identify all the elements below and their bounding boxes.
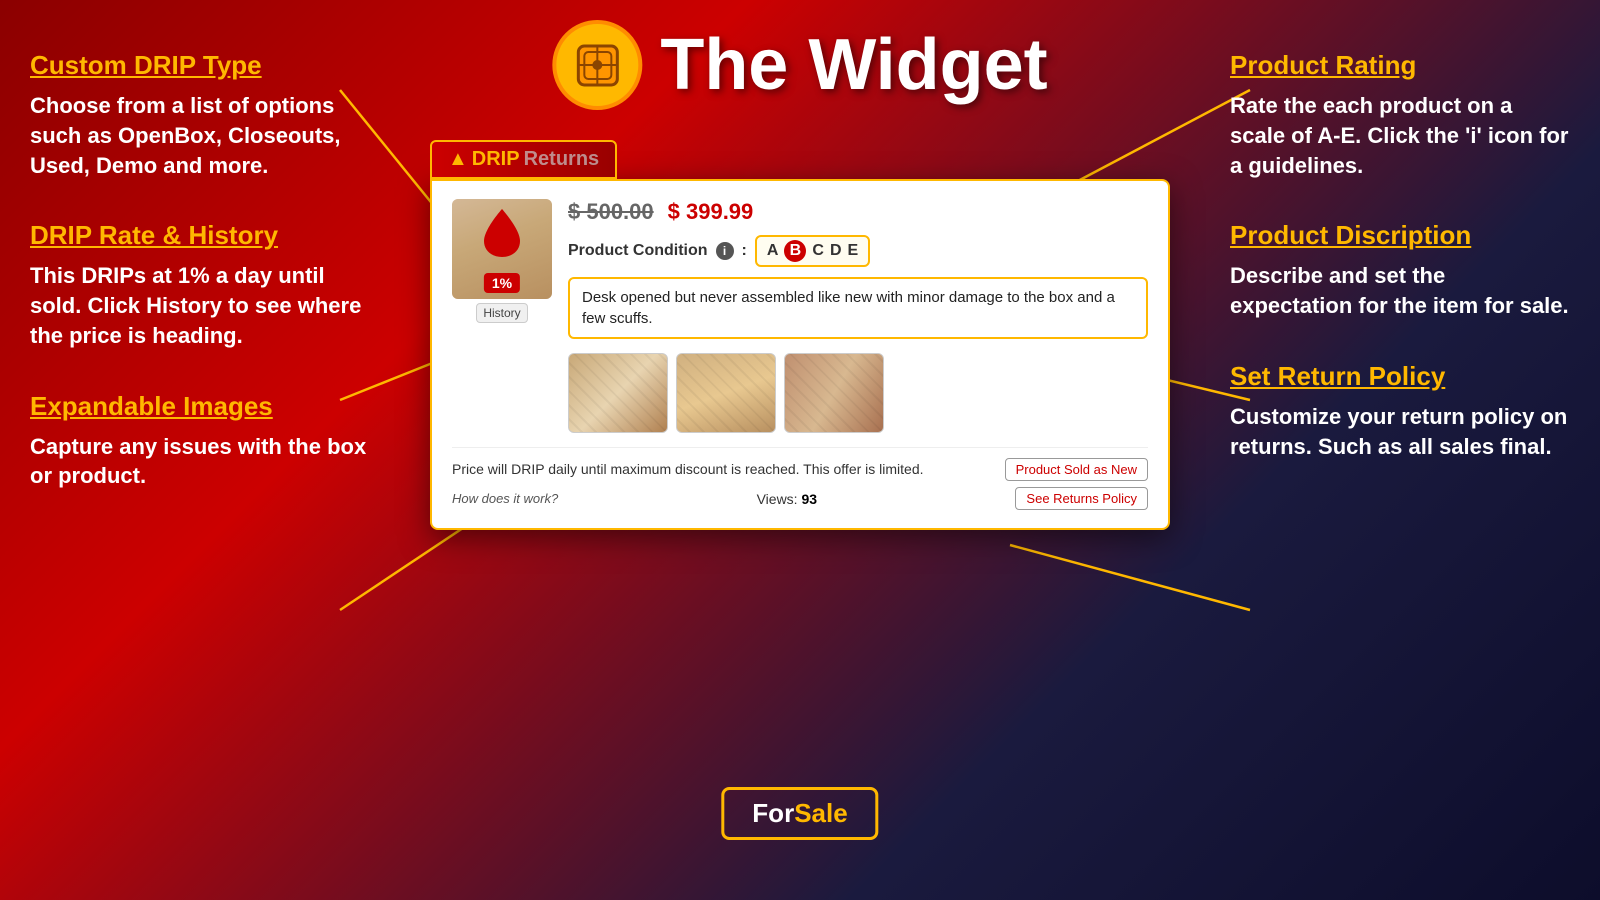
feature-return-policy: Set Return Policy Customize your return … xyxy=(1230,361,1570,462)
price-row: $ 500.00 $ 399.99 xyxy=(568,199,1148,225)
expandable-images-desc: Capture any issues with the box or produ… xyxy=(30,432,370,491)
feature-drip-rate: DRIP Rate & History This DRIPs at 1% a d… xyxy=(30,220,370,350)
expandable-images-title: Expandable Images xyxy=(30,391,370,422)
product-image-1[interactable] xyxy=(568,353,668,433)
how-link-text: How does it work? xyxy=(452,491,558,506)
drip-drop-icon xyxy=(482,207,522,259)
drip-rate-desc: This DRIPs at 1% a day until sold. Click… xyxy=(30,261,370,350)
footer-row2: How does it work? Views: 93 See Returns … xyxy=(452,487,1148,510)
drip-logo-returns: Returns xyxy=(524,148,600,171)
condition-e[interactable]: E xyxy=(848,242,859,260)
widget-preview: ▲ DRIP Returns 1% History xyxy=(430,140,1170,530)
custom-drip-title: Custom DRIP Type xyxy=(30,50,370,81)
condition-options: A B C D E xyxy=(755,235,870,267)
for-sale-inner: For Sale xyxy=(721,787,878,840)
product-info: $ 500.00 $ 399.99 Product Condition i : … xyxy=(568,199,1148,339)
condition-row: Product Condition i : A B C D E xyxy=(568,235,1148,267)
condition-label: Product Condition xyxy=(568,242,708,260)
product-thumbnail: 1% xyxy=(452,199,552,299)
drip-logo-triangle: ▲ xyxy=(448,148,468,171)
product-image-2[interactable] xyxy=(676,353,776,433)
product-card: 1% History $ 500.00 $ 399.99 Product Con… xyxy=(430,179,1170,530)
right-panel: Product Rating Rate the each product on … xyxy=(1230,50,1570,501)
feature-custom-drip: Custom DRIP Type Choose from a list of o… xyxy=(30,50,370,180)
drip-logo-drip: DRIP xyxy=(472,148,520,171)
product-top: 1% History $ 500.00 $ 399.99 Product Con… xyxy=(452,199,1148,339)
sold-as-new-button[interactable]: Product Sold as New xyxy=(1005,458,1148,481)
product-description-box: Desk opened but never assembled like new… xyxy=(568,277,1148,339)
history-label[interactable]: History xyxy=(476,303,527,323)
how-link[interactable]: How does it work? xyxy=(452,491,558,506)
custom-drip-desc: Choose from a list of options such as Op… xyxy=(30,91,370,180)
condition-b[interactable]: B xyxy=(784,240,806,262)
drip-rate-title: DRIP Rate & History xyxy=(30,220,370,251)
drip-returns-bar: ▲ DRIP Returns xyxy=(430,140,617,179)
feature-expandable-images: Expandable Images Capture any issues wit… xyxy=(30,391,370,492)
sale-price: $ 399.99 xyxy=(668,199,754,225)
product-desc-body: Describe and set the expectation for the… xyxy=(1230,261,1570,320)
views-count: 93 xyxy=(801,491,817,507)
left-panel: Custom DRIP Type Choose from a list of o… xyxy=(30,50,370,531)
see-returns-policy-button[interactable]: See Returns Policy xyxy=(1015,487,1148,510)
return-policy-title: Set Return Policy xyxy=(1230,361,1570,392)
returns-btn-policy: Returns Policy xyxy=(1053,491,1137,506)
widget-icon xyxy=(552,20,642,110)
original-price: $ 500.00 xyxy=(568,199,654,225)
colon: : xyxy=(742,242,747,260)
footer-drip-text: Price will DRIP daily until maximum disc… xyxy=(452,460,924,478)
center-header: The Widget xyxy=(552,20,1047,110)
widget-title: The Widget xyxy=(660,24,1047,106)
condition-c[interactable]: C xyxy=(812,242,824,260)
condition-d[interactable]: D xyxy=(830,242,842,260)
views-label: Views: xyxy=(757,491,798,507)
for-sale-badge: For Sale xyxy=(721,787,878,840)
product-desc-title: Product Discription xyxy=(1230,220,1570,251)
feature-product-rating: Product Rating Rate the each product on … xyxy=(1230,50,1570,180)
info-icon[interactable]: i xyxy=(716,242,734,260)
widget-icon-svg xyxy=(570,38,625,93)
sale-text: Sale xyxy=(794,798,848,829)
footer-row1: Price will DRIP daily until maximum disc… xyxy=(452,458,1148,481)
condition-a[interactable]: A xyxy=(767,242,779,260)
product-images-row xyxy=(568,353,1148,433)
return-policy-desc: Customize your return policy on returns.… xyxy=(1230,402,1570,461)
for-text: For xyxy=(752,798,794,829)
product-rating-title: Product Rating xyxy=(1230,50,1570,81)
views-text: Views: 93 xyxy=(757,491,817,507)
product-image-3[interactable] xyxy=(784,353,884,433)
returns-btn-see: See xyxy=(1026,491,1053,506)
drip-rate-badge: 1% xyxy=(484,273,520,293)
product-footer: Price will DRIP daily until maximum disc… xyxy=(452,447,1148,510)
product-rating-desc: Rate the each product on a scale of A-E.… xyxy=(1230,91,1570,180)
feature-product-desc: Product Discription Describe and set the… xyxy=(1230,220,1570,321)
